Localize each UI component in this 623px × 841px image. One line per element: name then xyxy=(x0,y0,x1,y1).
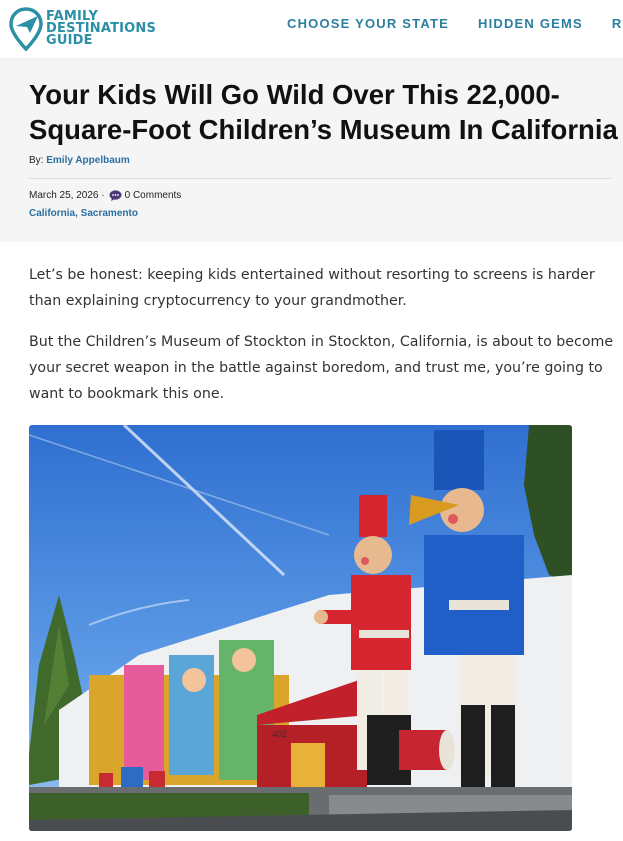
logo-line-3: GUIDE xyxy=(46,33,93,48)
comment-bubble-icon xyxy=(109,190,122,201)
byline: By: Emily Appelbaum xyxy=(29,155,603,166)
post-meta: March 25, 2026 · 0 Comments xyxy=(29,190,603,201)
author-link[interactable]: Emily Appelbaum xyxy=(46,155,130,166)
post-date: March 25, 2026 · xyxy=(29,190,105,201)
comments-link[interactable]: 0 Comments xyxy=(125,190,182,201)
article-title: Your Kids Will Go Wild Over This 22,000-… xyxy=(29,79,618,145)
article-header: Your Kids Will Go Wild Over This 22,000-… xyxy=(0,59,623,242)
paragraph-2: But the Children’s Museum of Stockton in… xyxy=(29,334,614,402)
divider xyxy=(29,178,611,179)
museum-illustration: 402 xyxy=(29,425,572,831)
site-header: FAMILY DESTINATIONS GUIDE CHOOSE YOUR ST… xyxy=(0,0,623,59)
article-body: Let’s be honest: keeping kids entertaine… xyxy=(0,242,614,831)
by-label: By: xyxy=(29,155,44,166)
paragraph-1: Let’s be honest: keeping kids entertaine… xyxy=(29,267,595,309)
building-number: 402 xyxy=(272,729,287,739)
museum-photo: 402 xyxy=(29,425,572,831)
category-links[interactable]: California, Sacramento xyxy=(29,208,603,219)
nav-hidden-gems[interactable]: HIDDEN GEMS xyxy=(478,16,583,31)
nav-resources[interactable]: RES xyxy=(612,16,623,31)
site-logo[interactable]: FAMILY DESTINATIONS GUIDE xyxy=(8,6,156,52)
main-nav: CHOOSE YOUR STATE HIDDEN GEMS RES xyxy=(287,16,623,31)
nav-choose-your-state[interactable]: CHOOSE YOUR STATE xyxy=(287,16,449,31)
map-pin-icon xyxy=(9,7,43,52)
